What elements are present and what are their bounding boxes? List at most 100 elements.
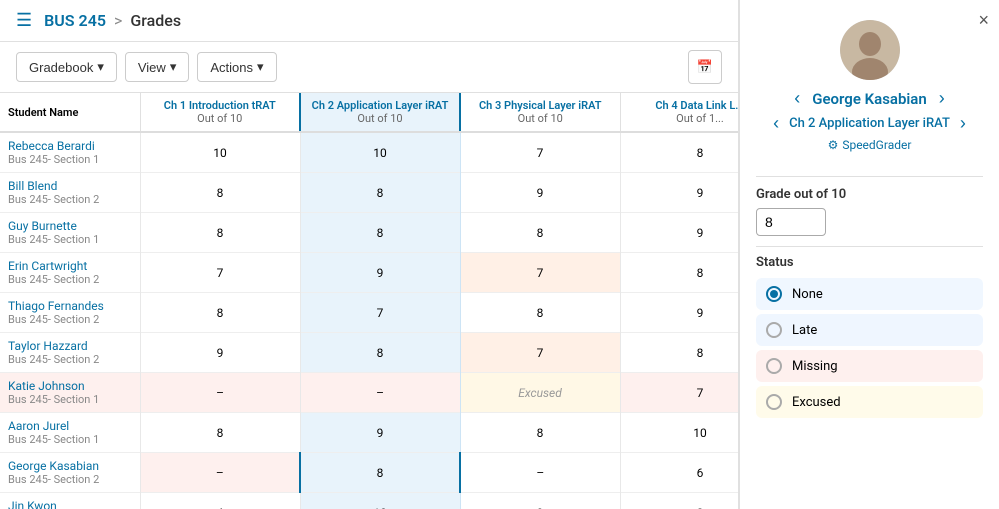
actions-button[interactable]: Actions ▾ xyxy=(197,52,276,82)
ch4-cell[interactable]: 8 xyxy=(620,333,738,373)
status-excused-label: Excused xyxy=(792,395,841,410)
student-cell: Katie JohnsonBus 245- Section 1 xyxy=(0,373,140,413)
ch3-cell[interactable]: 8 xyxy=(460,213,620,253)
student-name-link[interactable]: Jin Kwon xyxy=(8,499,57,509)
ch3-cell[interactable]: 9 xyxy=(460,173,620,213)
next-student-button[interactable]: › xyxy=(935,88,949,109)
speedgrader-link[interactable]: ⚙ SpeedGrader xyxy=(828,138,912,152)
student-section: Bus 245- Section 1 xyxy=(8,233,132,246)
ch1-cell[interactable]: – xyxy=(140,373,300,413)
ch2-cell[interactable]: 8 xyxy=(300,453,460,493)
student-section: Bus 245- Section 2 xyxy=(8,273,132,286)
ch1-cell[interactable]: 10 xyxy=(140,132,300,173)
ch1-cell[interactable]: 8 xyxy=(140,293,300,333)
assignment-nav: ‹ Ch 2 Application Layer iRAT › xyxy=(756,113,983,134)
student-cell: Aaron JurelBus 245- Section 1 xyxy=(0,413,140,453)
table-row: Jin KwonBus 245- Section 241098 xyxy=(0,493,738,509)
status-none-label: None xyxy=(792,287,823,302)
gradebook-button[interactable]: Gradebook ▾ xyxy=(16,52,117,82)
close-button[interactable]: × xyxy=(978,10,989,31)
status-missing-radio[interactable] xyxy=(766,358,782,374)
status-late-label: Late xyxy=(792,323,817,338)
table-row: Erin CartwrightBus 245- Section 27978 xyxy=(0,253,738,293)
student-name-link[interactable]: Aaron Jurel xyxy=(8,419,69,433)
ch4-cell[interactable]: 6 xyxy=(620,453,738,493)
ch1-cell[interactable]: 4 xyxy=(140,493,300,509)
ch3-cell[interactable]: Excused xyxy=(460,373,620,413)
ch2-cell[interactable]: 9 xyxy=(300,413,460,453)
student-section: Bus 245- Section 1 xyxy=(8,153,132,166)
ch4-cell[interactable]: 7 xyxy=(620,373,738,413)
ch2-cell[interactable]: 7 xyxy=(300,293,460,333)
ch4-cell[interactable]: 8 xyxy=(620,253,738,293)
student-cell: George KasabianBus 245- Section 2 xyxy=(0,453,140,493)
ch2-cell[interactable]: 8 xyxy=(300,173,460,213)
view-button[interactable]: View ▾ xyxy=(125,52,189,82)
ch3-cell[interactable]: 8 xyxy=(460,293,620,333)
status-excused-option[interactable]: Excused xyxy=(756,386,983,418)
status-missing-option[interactable]: Missing xyxy=(756,350,983,382)
ch2-cell[interactable]: 10 xyxy=(300,493,460,509)
avatar xyxy=(840,20,900,80)
student-name-link[interactable]: Rebecca Berardi xyxy=(8,139,95,153)
ch1-cell[interactable]: – xyxy=(140,453,300,493)
next-assignment-button[interactable]: › xyxy=(956,113,970,134)
ch4-header[interactable]: Ch 4 Data Link L... Out of 1... xyxy=(620,93,738,132)
student-name-link[interactable]: Guy Burnette xyxy=(8,219,77,233)
student-section: Bus 245- Section 2 xyxy=(8,313,132,326)
ch3-cell[interactable]: 7 xyxy=(460,253,620,293)
ch3-cell[interactable]: 9 xyxy=(460,493,620,509)
ch3-cell[interactable]: 7 xyxy=(460,132,620,173)
ch4-cell[interactable]: 8 xyxy=(620,132,738,173)
view-label: View xyxy=(138,60,166,75)
student-name-link[interactable]: Bill Blend xyxy=(8,179,57,193)
ch1-cell[interactable]: 8 xyxy=(140,413,300,453)
status-none-option[interactable]: None xyxy=(756,278,983,310)
status-late-radio[interactable] xyxy=(766,322,782,338)
ch1-cell[interactable]: 7 xyxy=(140,253,300,293)
menu-icon[interactable]: ☰ xyxy=(16,10,32,31)
ch1-cell[interactable]: 8 xyxy=(140,213,300,253)
ch1-cell[interactable]: 8 xyxy=(140,173,300,213)
ch2-cell[interactable]: – xyxy=(300,373,460,413)
grade-input[interactable] xyxy=(756,208,826,236)
ch3-header[interactable]: Ch 3 Physical Layer iRAT Out of 10 xyxy=(460,93,620,132)
status-late-option[interactable]: Late xyxy=(756,314,983,346)
ch2-cell[interactable]: 8 xyxy=(300,213,460,253)
student-name-link[interactable]: Thiago Fernandes xyxy=(8,299,104,313)
student-cell: Guy BurnetteBus 245- Section 1 xyxy=(0,213,140,253)
ch3-cell[interactable]: 8 xyxy=(460,413,620,453)
student-name-display: George Kasabian xyxy=(812,90,926,108)
student-name-link[interactable]: Katie Johnson xyxy=(8,379,85,393)
ch4-cell[interactable]: 9 xyxy=(620,213,738,253)
ch1-header[interactable]: Ch 1 Introduction tRAT Out of 10 xyxy=(140,93,300,132)
ch2-cell[interactable]: 8 xyxy=(300,333,460,373)
ch4-cell[interactable]: 8 xyxy=(620,493,738,509)
breadcrumb-separator: > xyxy=(114,11,122,30)
student-cell: Jin KwonBus 245- Section 2 xyxy=(0,493,140,509)
student-name-link[interactable]: George Kasabian xyxy=(8,459,99,473)
prev-student-button[interactable]: ‹ xyxy=(790,88,804,109)
ch1-cell[interactable]: 9 xyxy=(140,333,300,373)
student-name-link[interactable]: Taylor Hazzard xyxy=(8,339,88,353)
status-excused-radio[interactable] xyxy=(766,394,782,410)
ch3-cell[interactable]: 7 xyxy=(460,333,620,373)
ch2-cell[interactable]: 10 xyxy=(300,132,460,173)
calendar-icon-button[interactable]: 📅 xyxy=(688,50,722,84)
ch2-header[interactable]: Ch 2 Application Layer iRAT Out of 10 xyxy=(300,93,460,132)
ch3-cell[interactable]: – xyxy=(460,453,620,493)
ch2-cell[interactable]: 9 xyxy=(300,253,460,293)
student-name-link[interactable]: Erin Cartwright xyxy=(8,259,87,273)
status-none-radio[interactable] xyxy=(766,286,782,302)
student-section: Bus 245- Section 2 xyxy=(8,473,132,486)
ch4-cell[interactable]: 10 xyxy=(620,413,738,453)
student-section: Bus 245- Section 2 xyxy=(8,193,132,206)
page-title: Grades xyxy=(130,11,181,30)
prev-assignment-button[interactable]: ‹ xyxy=(769,113,783,134)
student-cell: Erin CartwrightBus 245- Section 2 xyxy=(0,253,140,293)
ch4-cell[interactable]: 9 xyxy=(620,293,738,333)
calendar-icon: 📅 xyxy=(697,60,713,75)
ch4-cell[interactable]: 9 xyxy=(620,173,738,213)
table-row: George KasabianBus 245- Section 2–8–6 xyxy=(0,453,738,493)
view-chevron-icon: ▾ xyxy=(170,59,177,75)
